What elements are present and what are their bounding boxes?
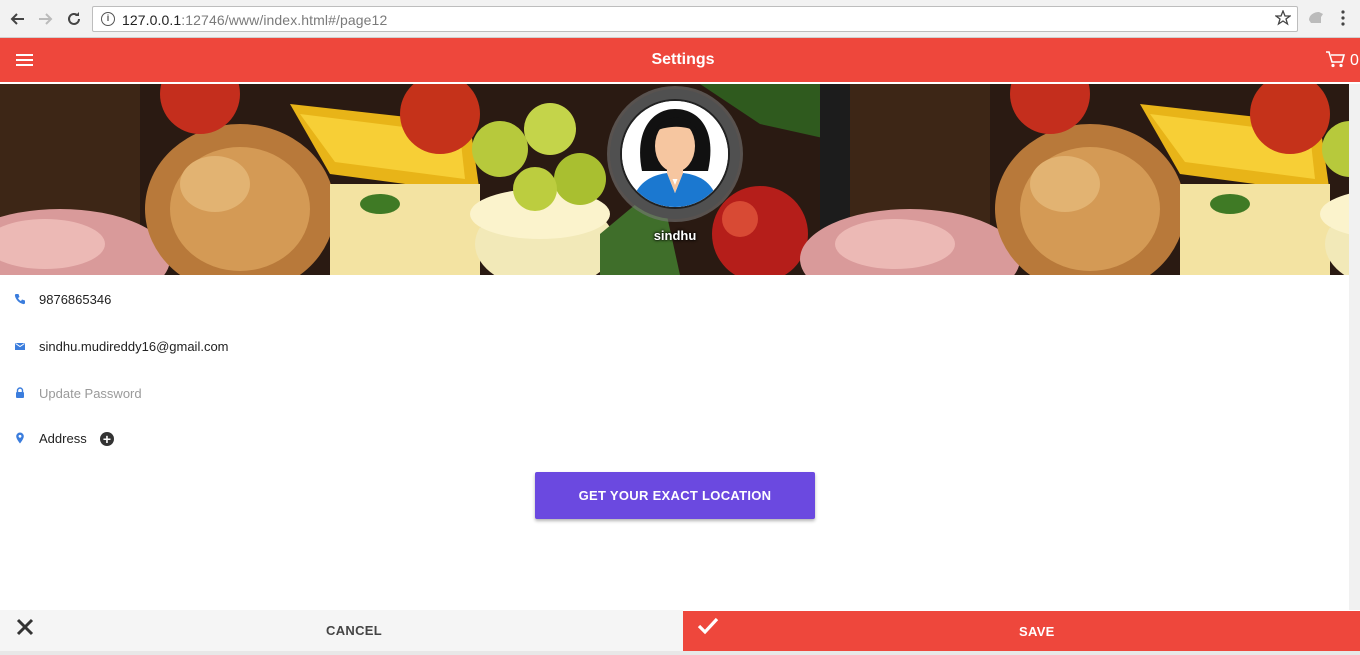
extension-icon[interactable]: [1307, 10, 1325, 31]
email-row[interactable]: sindhu.mudireddy16@gmail.com: [0, 336, 400, 358]
cart-icon[interactable]: [1325, 50, 1346, 73]
reload-icon[interactable]: [63, 8, 85, 30]
phone-number: 9876865346: [39, 292, 112, 307]
address-label: Address: [39, 431, 87, 446]
url-host: 127.0.0.1: [122, 12, 182, 28]
get-location-button[interactable]: GET YOUR EXACT LOCATION: [535, 472, 815, 519]
menu-dots-icon[interactable]: [1340, 10, 1346, 31]
cart-count: 0: [1350, 52, 1359, 69]
forward-icon[interactable]: [35, 8, 57, 30]
app-header: Settings 0: [0, 38, 1360, 82]
page-title: Settings: [651, 51, 715, 68]
scrollbar[interactable]: [1349, 84, 1360, 610]
bottom-divider: [0, 651, 1360, 655]
browser-toolbar: i 127.0.0.1:12746/www/index.html#/page12: [0, 0, 1360, 38]
user-name: sindhu: [653, 228, 697, 243]
phone-icon: [14, 294, 25, 305]
close-icon: [16, 618, 34, 636]
password-row[interactable]: Update Password: [0, 383, 400, 405]
avatar[interactable]: [610, 89, 740, 219]
info-icon[interactable]: i: [101, 12, 115, 26]
location-pin-icon: [16, 432, 24, 444]
password-field[interactable]: Update Password: [39, 386, 142, 401]
check-icon: [697, 617, 719, 635]
email-icon: [15, 343, 25, 350]
url-path: :12746/www/index.html#/page12: [181, 12, 388, 28]
phone-row[interactable]: 9876865346: [0, 289, 400, 311]
cancel-label: CANCEL: [326, 623, 382, 638]
back-icon[interactable]: [6, 8, 28, 30]
star-icon[interactable]: [1274, 9, 1292, 31]
email-address: sindhu.mudireddy16@gmail.com: [39, 339, 229, 354]
save-button[interactable]: SAVE: [683, 611, 1360, 651]
add-circle-icon[interactable]: +: [100, 432, 114, 446]
url-text[interactable]: 127.0.0.1:12746/www/index.html#/page12: [122, 12, 387, 28]
cancel-button[interactable]: CANCEL: [0, 610, 683, 651]
lock-icon: [16, 387, 24, 398]
address-bar[interactable]: i 127.0.0.1:12746/www/index.html#/page12: [92, 6, 1298, 32]
avatar-illustration: [620, 99, 730, 209]
save-label: SAVE: [1019, 624, 1055, 639]
